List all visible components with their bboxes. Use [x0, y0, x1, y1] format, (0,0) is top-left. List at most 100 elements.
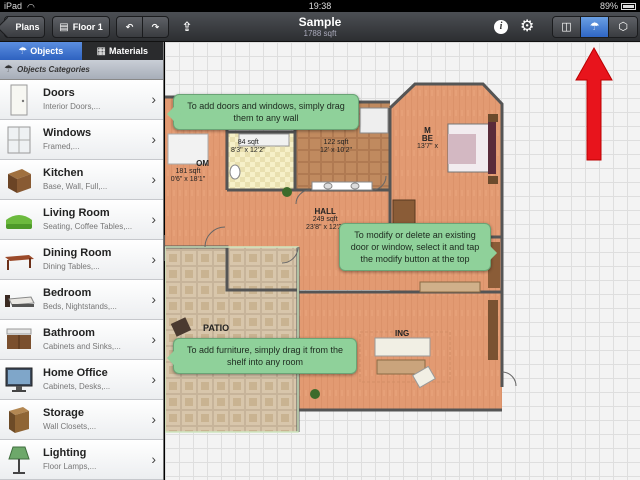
lamp-icon: ☂ — [18, 45, 28, 57]
3d-view-button[interactable]: ⬡ — [609, 17, 637, 37]
floor-label: Floor 1 — [72, 22, 103, 32]
floor-selector-button[interactable]: ▤ Floor 1 — [52, 16, 110, 38]
tab-materials-label: Materials — [108, 46, 148, 56]
sink[interactable] — [323, 182, 333, 190]
chevron-right-icon: › — [151, 131, 156, 147]
category-desc: Beds, Nightstands,... — [43, 302, 117, 311]
master-bedroom-label: M BE 13'7" x — [417, 127, 438, 151]
category-dining-room[interactable]: Dining Room Dining Tables,... › — [0, 240, 163, 280]
chevron-right-icon: › — [151, 171, 156, 187]
tv-unit[interactable] — [488, 300, 498, 360]
bath1-label: 84 sqft 8'3" x 12'2" — [231, 139, 266, 155]
lamp-thumbnail-icon — [3, 444, 35, 476]
bed-headboard[interactable] — [488, 122, 496, 174]
master-dims: 13'7" x — [417, 143, 438, 150]
category-storage[interactable]: Storage Wall Closets,... › — [0, 400, 163, 440]
top-toolbar: Plans ▤ Floor 1 ↶ ↷ ⇪ Sample 1788 sqft i… — [0, 12, 640, 42]
tab-objects[interactable]: ☂ Objects — [0, 42, 82, 60]
nightstand[interactable] — [488, 114, 498, 122]
plant-2[interactable] — [310, 389, 320, 399]
categories-header: ☂ Objects Categories — [0, 60, 163, 80]
category-desc: Cabinets and Sinks,... — [43, 342, 121, 351]
chevron-right-icon: › — [151, 291, 156, 307]
tip-text: To add doors and windows, simply drag th… — [187, 101, 345, 123]
gear-icon: ⚙ — [520, 18, 535, 35]
nightstand-2[interactable] — [488, 176, 498, 184]
objects-sidebar: ☂ Objects ▦ Materials ☂ Objects Categories … — [0, 42, 164, 480]
category-name: Kitchen — [43, 167, 84, 179]
master-name-b: BE — [421, 134, 434, 143]
living-room-label: ING — [395, 329, 410, 338]
tip-text: To add furniture, simply drag it from th… — [186, 345, 344, 367]
info-button[interactable]: i — [494, 20, 508, 34]
plant[interactable] — [282, 187, 292, 197]
redo-button[interactable]: ↷ — [142, 16, 169, 38]
chevron-right-icon: › — [151, 411, 156, 427]
category-desc: Framed,... — [43, 142, 80, 151]
category-name: Windows — [43, 127, 92, 139]
view-mode-segment: ◫ ☂ ⬡ — [552, 16, 638, 38]
chevron-right-icon: › — [151, 91, 156, 107]
bath1-dims: 8'3" x 12'2" — [231, 147, 266, 154]
tip-text: To modify or delete an existing door or … — [350, 230, 480, 264]
category-name: Home Office — [43, 367, 108, 379]
floor-plan-canvas[interactable]: 84 sqft 8'3" x 12'2" 122 sqft 12' x 10'2… — [165, 42, 640, 480]
category-desc: Base, Wall, Full,... — [43, 182, 108, 191]
tab-objects-label: Objects — [30, 46, 64, 56]
left-bedroom-label: OM 181 sqft 0'6" x 18'1" — [167, 160, 209, 184]
category-kitchen[interactable]: Kitchen Base, Wall, Full,... › — [0, 160, 163, 200]
battery-icon — [621, 3, 636, 10]
toilet[interactable] — [229, 164, 241, 180]
category-name: Storage — [43, 407, 84, 419]
grid-icon: ▦ — [96, 45, 106, 57]
sidebar-tabs: ☂ Objects ▦ Materials — [0, 42, 163, 60]
category-name: Doors — [43, 87, 75, 99]
sofa-thumbnail-icon — [3, 204, 35, 236]
clock: 19:38 — [308, 1, 332, 11]
vanity-counter[interactable] — [311, 181, 373, 191]
hall-area: 249 sqft — [312, 216, 338, 223]
cabinet-thumbnail-icon — [3, 404, 35, 436]
console-table[interactable] — [419, 281, 481, 293]
category-lighting[interactable]: Lighting Floor Lamps,... › — [0, 440, 163, 480]
undo-icon: ↶ — [125, 21, 134, 32]
door-thumbnail-icon — [3, 84, 35, 116]
window-thumbnail-icon — [3, 124, 35, 156]
category-doors[interactable]: Doors Interior Doors,... › — [0, 80, 163, 120]
kitchen-cabinet-thumbnail-icon — [3, 164, 35, 196]
share-button[interactable]: ⇪ — [177, 16, 197, 38]
category-windows[interactable]: Windows Framed,... › — [0, 120, 163, 160]
sofa[interactable] — [374, 337, 431, 357]
category-home-office[interactable]: Home Office Cabinets, Desks,... › — [0, 360, 163, 400]
coffee-table[interactable] — [376, 359, 426, 375]
category-desc: Seating, Coffee Tables,... — [43, 222, 133, 231]
info-icon: i — [499, 21, 503, 32]
tip-doors-windows: To add doors and windows, simply drag th… — [166, 94, 359, 130]
chevron-right-icon: › — [151, 451, 156, 467]
tab-materials[interactable]: ▦ Materials — [82, 42, 164, 60]
category-desc: Wall Closets,... — [43, 422, 97, 431]
modify-button[interactable]: ☂ — [581, 17, 609, 37]
floorplan-view-button[interactable]: ◫ — [553, 17, 581, 37]
lamp-icon: ☂ — [4, 64, 13, 75]
plans-back-button[interactable]: Plans — [4, 16, 45, 38]
category-bedroom[interactable]: Bedroom Beds, Nightstands,... › — [0, 280, 163, 320]
category-living-room[interactable]: Living Room Seating, Coffee Tables,... › — [0, 200, 163, 240]
bath2-area: 122 sqft — [323, 139, 349, 146]
shower[interactable] — [359, 107, 389, 134]
patio-label: PATIO — [203, 323, 230, 333]
bed-thumbnail-icon — [3, 284, 35, 316]
sink-2[interactable] — [350, 182, 360, 190]
undo-button[interactable]: ↶ — [116, 16, 143, 38]
category-desc: Cabinets, Desks,... — [43, 382, 111, 391]
category-desc: Interior Doors,... — [43, 102, 101, 111]
bath2-label: 122 sqft 12' x 10'2" — [320, 139, 352, 155]
bath2-dims: 12' x 10'2" — [320, 147, 353, 154]
settings-button[interactable]: ⚙ — [520, 16, 534, 36]
floorplan-icon: ◫ — [561, 21, 572, 33]
categories-header-label: Objects Categories — [16, 65, 90, 74]
plan-title: Sample — [298, 15, 342, 29]
chevron-right-icon: › — [151, 371, 156, 387]
category-bathroom[interactable]: Bathroom Cabinets and Sinks,... › — [0, 320, 163, 360]
bed-blanket[interactable] — [448, 134, 476, 164]
